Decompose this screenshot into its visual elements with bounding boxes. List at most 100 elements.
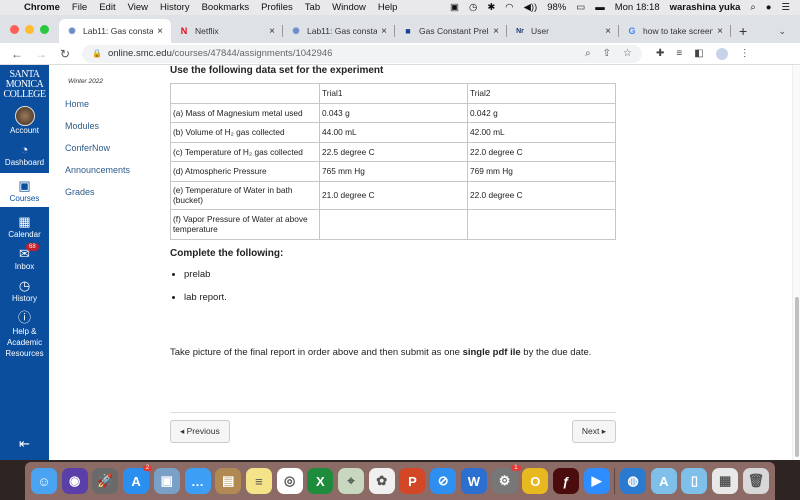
global-nav-help[interactable]: ⓘ Help & Academic Resources <box>0 309 49 359</box>
zoom-window-button[interactable] <box>40 24 49 34</box>
extensions-icon[interactable]: ✚ <box>656 48 664 59</box>
dock-siri-icon[interactable]: ◉ <box>61 468 88 494</box>
close-tab-icon[interactable]: × <box>269 26 275 37</box>
close-tab-icon[interactable]: × <box>605 26 611 37</box>
global-nav-dashboard[interactable]: ◔ Dashboard <box>0 141 49 167</box>
dock-powerpoint-icon[interactable]: P <box>399 468 426 494</box>
global-nav-inbox[interactable]: ✉ 68 Inbox <box>0 243 49 271</box>
close-window-button[interactable] <box>10 24 19 34</box>
notification-center-icon[interactable]: ☰ <box>781 2 790 13</box>
volume-icon[interactable]: ◀)) <box>524 2 538 13</box>
tab-search-chevron-icon[interactable]: ⌄ <box>778 19 786 43</box>
dock-maps-icon[interactable]: ⌖ <box>338 468 365 494</box>
dock-app-store-icon[interactable]: A2 <box>123 465 153 494</box>
dock-messages-icon[interactable]: … <box>184 468 211 494</box>
browser-tab[interactable]: N Netflix × <box>171 19 283 43</box>
dock-trash-icon[interactable]: 🗑 <box>742 468 769 494</box>
browser-tab[interactable]: G how to take screens × <box>619 19 731 43</box>
menu-history[interactable]: History <box>160 2 190 13</box>
spotlight-icon[interactable]: ⌕ <box>750 2 755 13</box>
battery-percent[interactable]: 98% <box>547 2 566 13</box>
media-control-icon[interactable]: ≡ <box>676 48 682 59</box>
dock-preview-icon[interactable]: ▣ <box>153 468 180 494</box>
tab-strip: ✺ Lab11: Gas constant × N Netflix × ✺ La… <box>0 15 800 43</box>
close-tab-icon[interactable]: × <box>717 26 723 37</box>
zoom-menubar-icon[interactable]: ▣ <box>450 2 459 13</box>
input-source-flag-icon[interactable]: ▬ <box>595 2 605 13</box>
new-tab-button[interactable]: + <box>739 19 747 43</box>
dock-word-icon[interactable]: W <box>460 468 487 494</box>
address-bar[interactable]: 🔒 online.smc.edu/courses/47844/assignmen… <box>82 44 642 63</box>
wifi-icon[interactable]: ◠ <box>505 2 513 13</box>
side-panel-icon[interactable]: ◧ <box>694 48 703 59</box>
menu-edit[interactable]: Edit <box>99 2 115 13</box>
dock-zoom-icon[interactable]: ▶ <box>583 468 610 494</box>
course-nav-confernow[interactable]: ConferNow <box>65 143 161 153</box>
lock-icon[interactable]: 🔒 <box>92 49 102 58</box>
global-nav-courses[interactable]: ▣ Courses <box>0 173 49 207</box>
menu-profiles[interactable]: Profiles <box>261 2 293 13</box>
close-tab-icon[interactable]: × <box>381 26 387 37</box>
global-nav-account[interactable]: Account <box>0 106 49 135</box>
dock-network-icon[interactable]: ◍ <box>620 468 647 494</box>
time-machine-icon[interactable]: ◷ <box>469 2 477 13</box>
reload-button[interactable]: ↻ <box>58 47 72 61</box>
browser-tab[interactable]: ✺ Lab11: Gas constant × <box>283 19 395 43</box>
dock-notes-icon[interactable]: ≡ <box>245 468 272 494</box>
close-tab-icon[interactable]: × <box>493 26 499 37</box>
browser-tab[interactable]: ■ Gas Constant Prelab × <box>395 19 507 43</box>
menu-chrome[interactable]: Chrome <box>24 2 60 13</box>
dock-chrome-icon[interactable]: ◎ <box>276 468 303 494</box>
dock-flash-icon[interactable]: ƒ <box>552 468 579 494</box>
dock-documents-folder-icon[interactable]: ▯ <box>681 468 708 494</box>
dock-system-preferences-icon[interactable]: ⚙ 1 <box>491 465 521 494</box>
back-button[interactable]: ← <box>10 47 24 61</box>
dock-safari-icon[interactable]: ⊘ <box>430 468 457 494</box>
course-nav-modules[interactable]: Modules <box>65 121 161 131</box>
forward-button[interactable]: → <box>34 47 48 61</box>
dock-excel-icon[interactable]: X <box>307 468 334 494</box>
scrollbar-thumb[interactable] <box>795 297 799 457</box>
bookmark-star-icon[interactable]: ☆ <box>623 48 632 59</box>
table-row: (d) Atmospheric Pressure 765 mm Hg 769 m… <box>170 161 616 182</box>
close-tab-icon[interactable]: × <box>157 26 163 37</box>
dock-finder-icon[interactable]: ☺ <box>31 468 57 494</box>
course-nav-announcements[interactable]: Announcements <box>65 165 161 175</box>
menu-view[interactable]: View <box>128 2 148 13</box>
next-button[interactable]: Next ▸ <box>571 420 616 443</box>
menu-file[interactable]: File <box>72 2 87 13</box>
share-icon[interactable]: ⇧ <box>603 48 611 59</box>
menu-bookmarks[interactable]: Bookmarks <box>202 2 250 13</box>
browser-tab[interactable]: Nr User × <box>507 19 619 43</box>
dock-contacts-icon[interactable]: ▤ <box>215 468 242 494</box>
dock-photos-icon[interactable]: ✿ <box>368 468 395 494</box>
dock-applications-folder-icon[interactable]: A <box>650 468 677 494</box>
chrome-menu-icon[interactable]: ⋮ <box>740 48 750 59</box>
menu-window[interactable]: Window <box>332 2 366 13</box>
dock-outlook-icon[interactable]: O <box>522 468 549 494</box>
clock[interactable]: Mon 18:18 <box>615 2 660 13</box>
global-nav-calendar[interactable]: ▦ Calendar <box>0 213 49 239</box>
minimize-window-button[interactable] <box>25 24 34 34</box>
browser-tab[interactable]: ✺ Lab11: Gas constant × <box>59 19 171 43</box>
dock-screenshot-icon[interactable]: ▦ <box>712 468 739 494</box>
dock-launchpad-icon[interactable]: 🚀 <box>92 468 119 494</box>
previous-button[interactable]: ◂ Previous <box>170 420 230 443</box>
course-nav-grades[interactable]: Grades <box>65 187 161 197</box>
smc-logo[interactable]: SANTA MONICA COLLEGE <box>0 65 49 100</box>
course-nav-home[interactable]: Home <box>65 99 161 109</box>
bluetooth-icon[interactable]: ✱ <box>487 2 495 13</box>
dashboard-icon: ◔ <box>20 142 29 157</box>
menu-help[interactable]: Help <box>378 2 398 13</box>
global-nav-history[interactable]: ◷ History <box>0 277 49 303</box>
zoom-lens-icon[interactable]: ⌕ <box>585 48 591 59</box>
siri-icon[interactable]: ● <box>766 2 772 13</box>
user-name[interactable]: warashina yuka <box>670 2 741 13</box>
menu-tab[interactable]: Tab <box>305 2 320 13</box>
collapse-nav-icon[interactable]: ⇤ <box>0 436 49 452</box>
profile-avatar[interactable] <box>715 47 728 60</box>
page-scrollbar[interactable] <box>792 65 800 460</box>
term-label: Winter 2022 <box>68 78 103 85</box>
battery-icon[interactable]: ▭ <box>576 2 585 13</box>
calendar-icon: ▦ <box>18 214 31 229</box>
